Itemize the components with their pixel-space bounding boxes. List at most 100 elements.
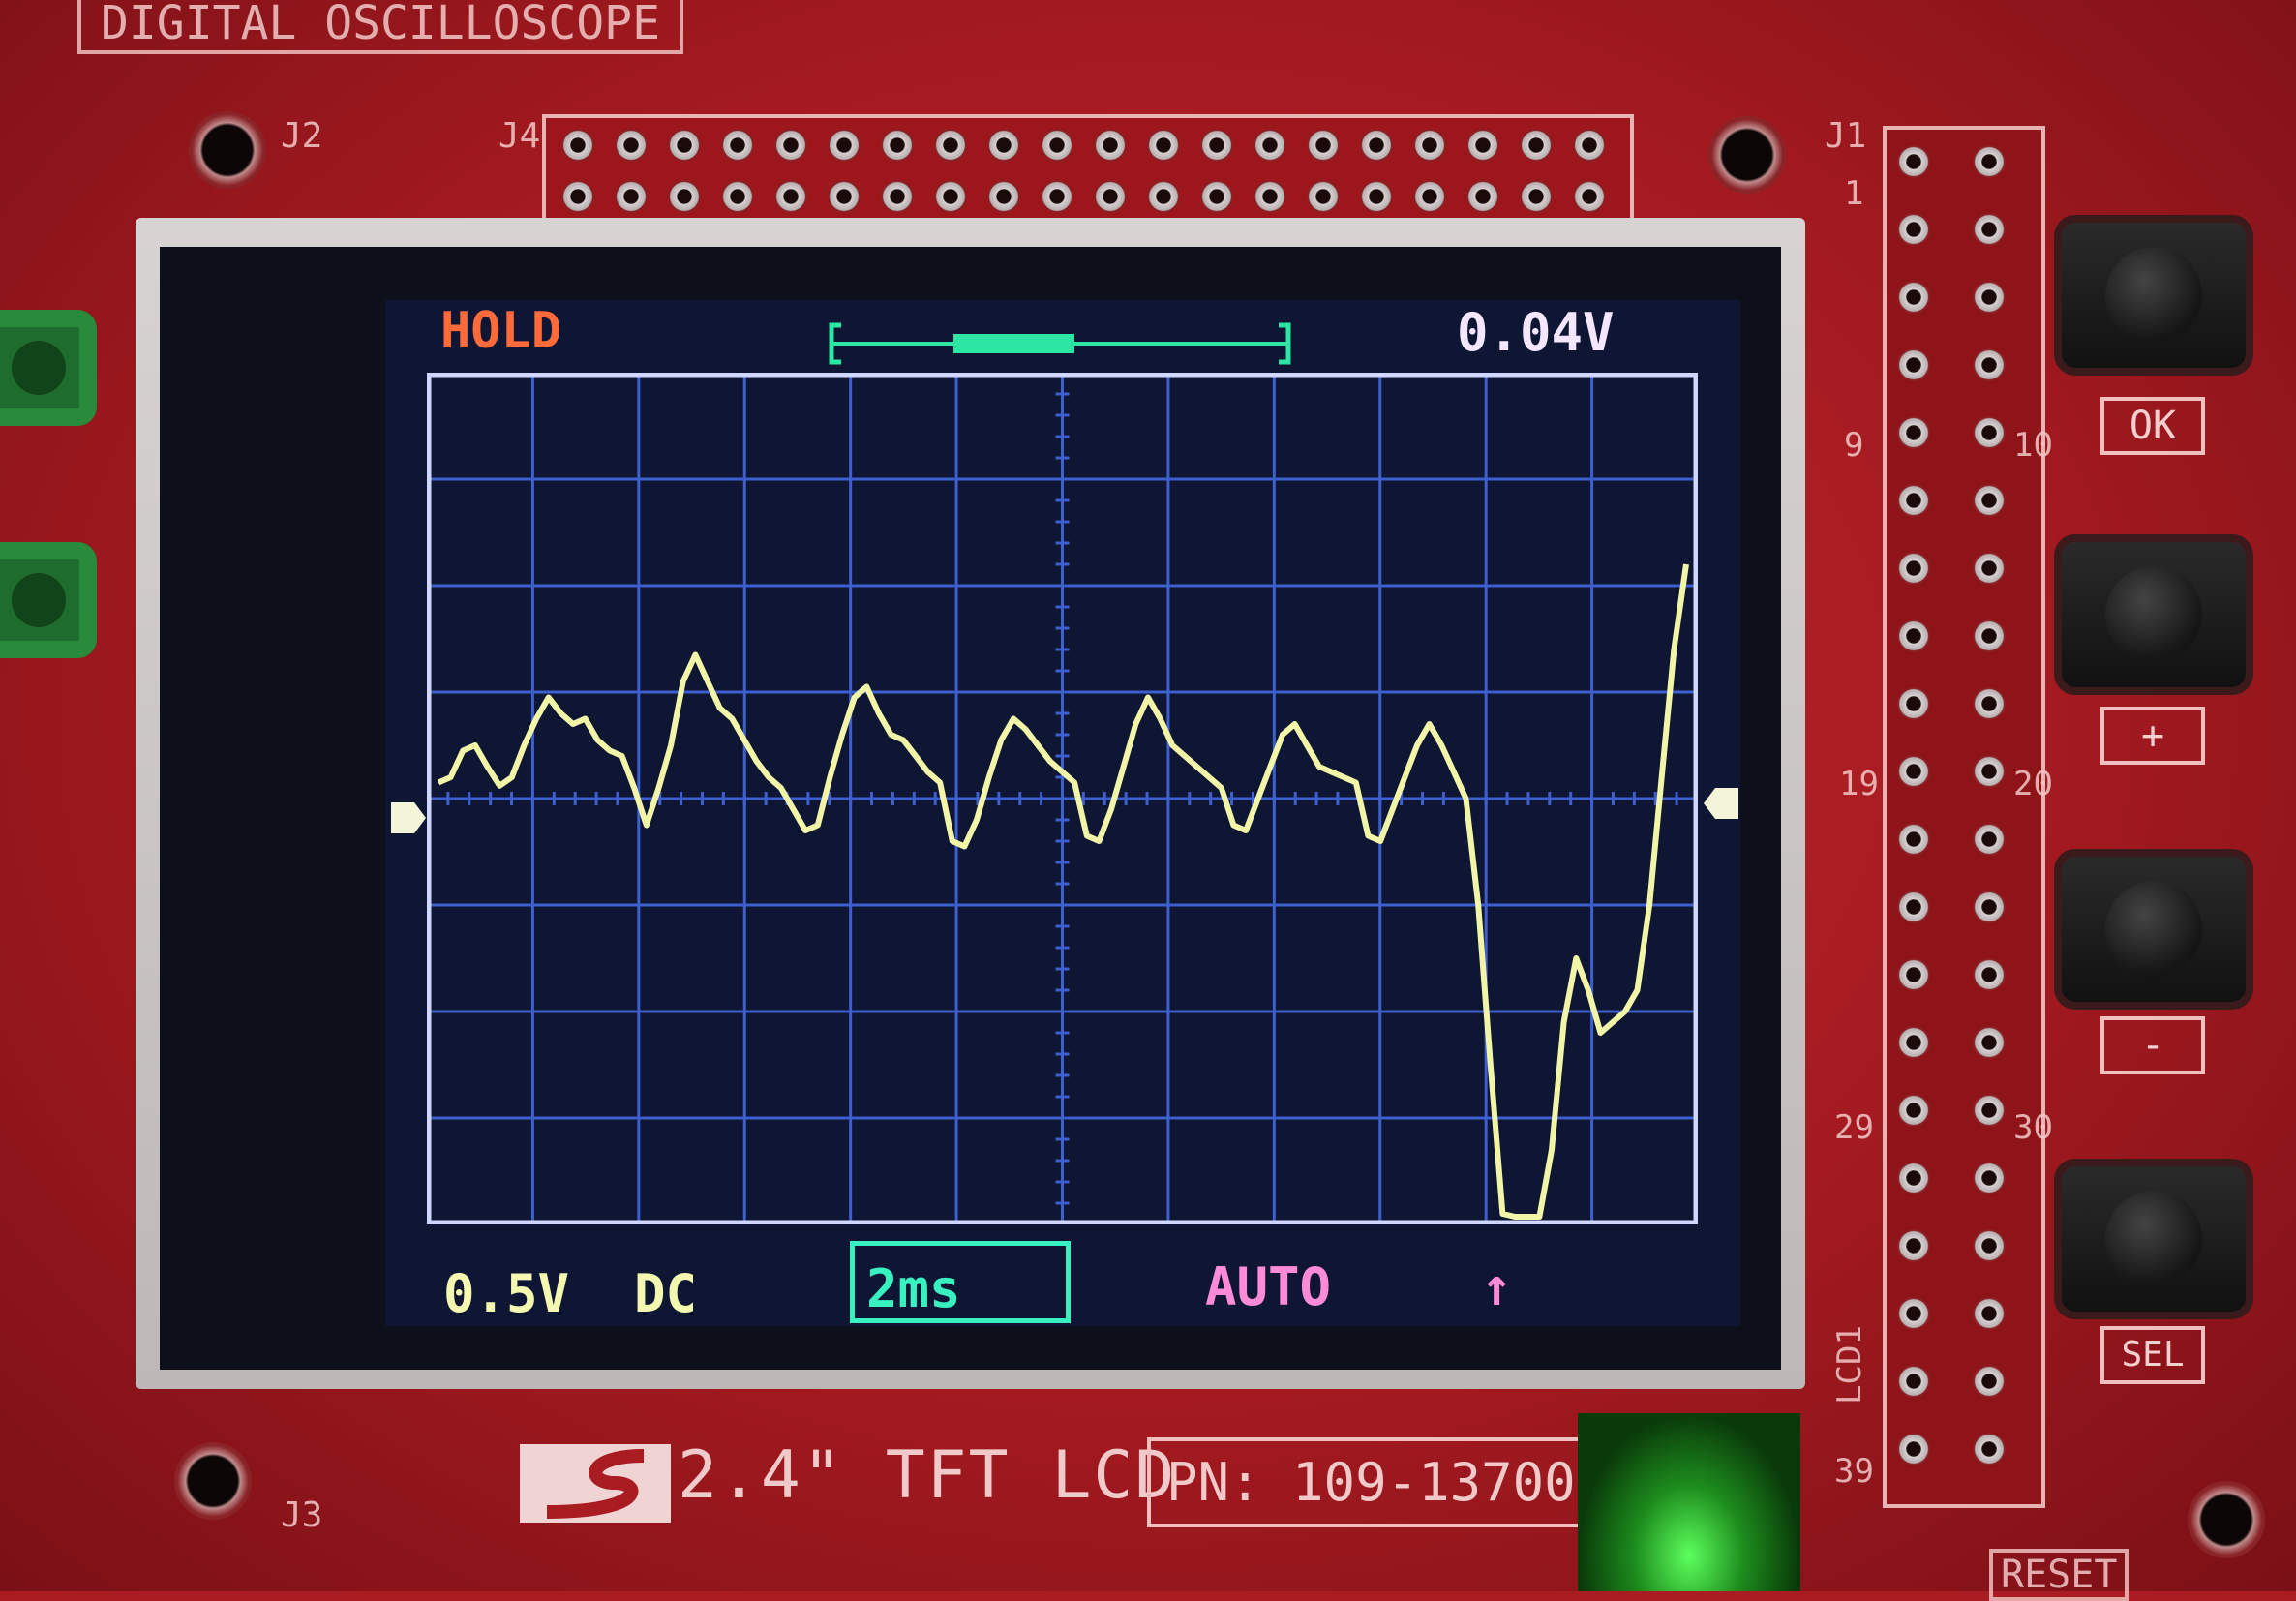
header-pin (1973, 755, 2006, 788)
header-pin (561, 129, 594, 162)
pin-number-9: 9 (1844, 426, 1864, 465)
header-pin (1973, 484, 2006, 517)
header-pin (1973, 891, 2006, 923)
power-led-glow (1578, 1413, 1800, 1591)
header-pin (1254, 129, 1286, 162)
header-pin (1520, 129, 1553, 162)
header-pin (1973, 213, 2006, 246)
mount-hole (1708, 116, 1786, 194)
header-pin (1897, 213, 1930, 246)
header-pin (1360, 129, 1393, 162)
header-pin (1973, 1297, 2006, 1330)
trimmer-pot[interactable] (0, 542, 97, 658)
header-pin (1973, 1365, 2006, 1398)
mount-hole (2188, 1481, 2265, 1558)
j2-label: J2 (281, 116, 323, 156)
volts-per-div: 0.5V (443, 1263, 570, 1324)
lcd-size-label: 2.4" TFT LCD (678, 1437, 1177, 1514)
header-pin (1897, 552, 1930, 585)
header-pin (1973, 145, 2006, 178)
header-pin (1897, 1365, 1930, 1398)
lcd1-label: LCD1 (1829, 1325, 1869, 1405)
header-pin (1041, 129, 1073, 162)
sel-label: SEL (2100, 1326, 2205, 1384)
header-pin (987, 180, 1020, 213)
ground-marker-left-icon (391, 802, 426, 833)
header-pin (1147, 129, 1180, 162)
header-pin (1973, 552, 2006, 585)
header-pin (828, 180, 861, 213)
header-pin (934, 180, 967, 213)
header-pin (1466, 180, 1499, 213)
ok-label: OK (2100, 397, 2205, 455)
pin-number-19: 19 (1839, 765, 1879, 803)
header-pin (774, 129, 807, 162)
header-pin (1973, 1162, 2006, 1194)
voltage-readout: 0.04V (1457, 302, 1615, 363)
hold-indicator: HOLD (440, 302, 562, 360)
header-pin (1897, 1162, 1930, 1194)
header-pin (1897, 348, 1930, 381)
header-pin (881, 180, 914, 213)
header-pin (1254, 180, 1286, 213)
header-pin (1360, 180, 1393, 213)
header-pin (1897, 1026, 1930, 1059)
header-pin (1041, 180, 1073, 213)
j4-header (542, 114, 1634, 228)
header-pin (1413, 129, 1446, 162)
pin-number-20: 20 (2013, 765, 2053, 803)
header-pin (1897, 145, 1930, 178)
minus-button[interactable] (2062, 857, 2246, 1002)
board-title: DIGITAL OSCILLOSCOPE (77, 0, 683, 54)
reset-label: RESET (1989, 1549, 2130, 1601)
header-pin (1973, 687, 2006, 720)
header-pin (1147, 180, 1180, 213)
pin-number-1: 1 (1844, 174, 1864, 213)
header-pin (828, 129, 861, 162)
header-pin (987, 129, 1020, 162)
header-pin (1897, 1297, 1930, 1330)
ok-button[interactable] (2062, 223, 2246, 368)
header-pin (1897, 755, 1930, 788)
header-pin (1897, 619, 1930, 652)
header-pin (1897, 416, 1930, 449)
header-pin (881, 129, 914, 162)
header-pin (774, 180, 807, 213)
part-number-label: PN: 109-13700-00 (1147, 1437, 1616, 1527)
header-pin (1897, 891, 1930, 923)
header-pin (1573, 180, 1606, 213)
pin-number-30: 30 (2013, 1108, 2053, 1147)
button-cap-icon (2105, 1191, 2202, 1287)
header-pin (1897, 1433, 1930, 1465)
header-pin (1200, 180, 1233, 213)
header-pin (1094, 180, 1127, 213)
scope-grid (427, 373, 1698, 1224)
header-pin (615, 129, 648, 162)
plus-button[interactable] (2062, 542, 2246, 687)
header-pin (1897, 1229, 1930, 1262)
sel-button[interactable] (2062, 1166, 2246, 1312)
plus-label: + (2100, 707, 2205, 765)
header-pin (934, 129, 967, 162)
header-pin (1897, 1094, 1930, 1127)
header-pin (1897, 281, 1930, 314)
header-pin (1200, 129, 1233, 162)
j1-label: J1 (1825, 116, 1867, 156)
trimmer-pot[interactable] (0, 310, 97, 426)
buffer-position-bar (829, 322, 1291, 365)
pin-number-29: 29 (1834, 1108, 1874, 1147)
header-pin (721, 180, 754, 213)
header-pin (1413, 180, 1446, 213)
timebase-value: 2ms (866, 1258, 961, 1319)
pin-number-10: 10 (2013, 426, 2053, 465)
header-pin (1973, 1094, 2006, 1127)
header-pin (1897, 958, 1930, 991)
header-pin (1094, 129, 1127, 162)
header-pin (1307, 129, 1340, 162)
header-pin (1466, 129, 1499, 162)
header-pin (1973, 281, 2006, 314)
mount-hole (174, 1442, 252, 1520)
manufacturer-logo-icon (520, 1444, 671, 1523)
trigger-edge-icon: ↑ (1481, 1256, 1513, 1317)
header-pin (1973, 1026, 2006, 1059)
